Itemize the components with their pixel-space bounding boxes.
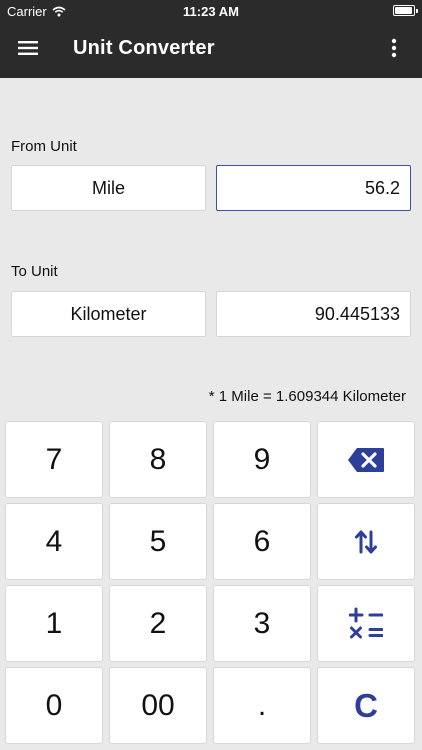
clear-button[interactable]: C	[317, 667, 415, 744]
backspace-icon	[347, 447, 385, 473]
swap-units-button[interactable]	[317, 503, 415, 580]
key-0[interactable]: 0	[5, 667, 103, 744]
key-decimal[interactable]: .	[213, 667, 311, 744]
key-6[interactable]: 6	[213, 503, 311, 580]
clear-label: C	[354, 686, 378, 724]
calculator-button[interactable]	[317, 585, 415, 662]
key-4[interactable]: 4	[5, 503, 103, 580]
conversion-formula: * 1 Mile = 1.609344 Kilometer	[208, 388, 406, 405]
to-value-field[interactable]: 90.445133	[216, 291, 411, 337]
key-1[interactable]: 1	[5, 585, 103, 662]
to-unit-label: To Unit	[11, 263, 58, 280]
key-9[interactable]: 9	[213, 421, 311, 498]
key-3[interactable]: 3	[213, 585, 311, 662]
more-vertical-icon[interactable]	[380, 34, 408, 62]
battery-icon	[393, 5, 418, 16]
calculator-operators-icon	[349, 607, 383, 641]
hamburger-menu-icon[interactable]	[14, 34, 42, 62]
swap-arrows-icon	[355, 528, 377, 556]
status-time: 11:23 AM	[183, 4, 239, 19]
from-unit-label: From Unit	[11, 138, 77, 155]
key-2[interactable]: 2	[109, 585, 207, 662]
key-8[interactable]: 8	[109, 421, 207, 498]
page-title: Unit Converter	[73, 37, 215, 59]
backspace-button[interactable]	[317, 421, 415, 498]
key-00[interactable]: 00	[109, 667, 207, 744]
to-unit-selector[interactable]: Kilometer	[11, 291, 206, 337]
keypad: 7 8 9 4 5 6 1 2 3 0 00 . C	[5, 421, 417, 744]
from-value-field[interactable]: 56.2	[216, 165, 411, 211]
key-7[interactable]: 7	[5, 421, 103, 498]
key-5[interactable]: 5	[109, 503, 207, 580]
app-bar: Carrier 11:23 AM Unit Converter	[0, 0, 422, 78]
from-unit-selector[interactable]: Mile	[11, 165, 206, 211]
status-bar: Carrier 11:23 AM	[0, 0, 422, 22]
